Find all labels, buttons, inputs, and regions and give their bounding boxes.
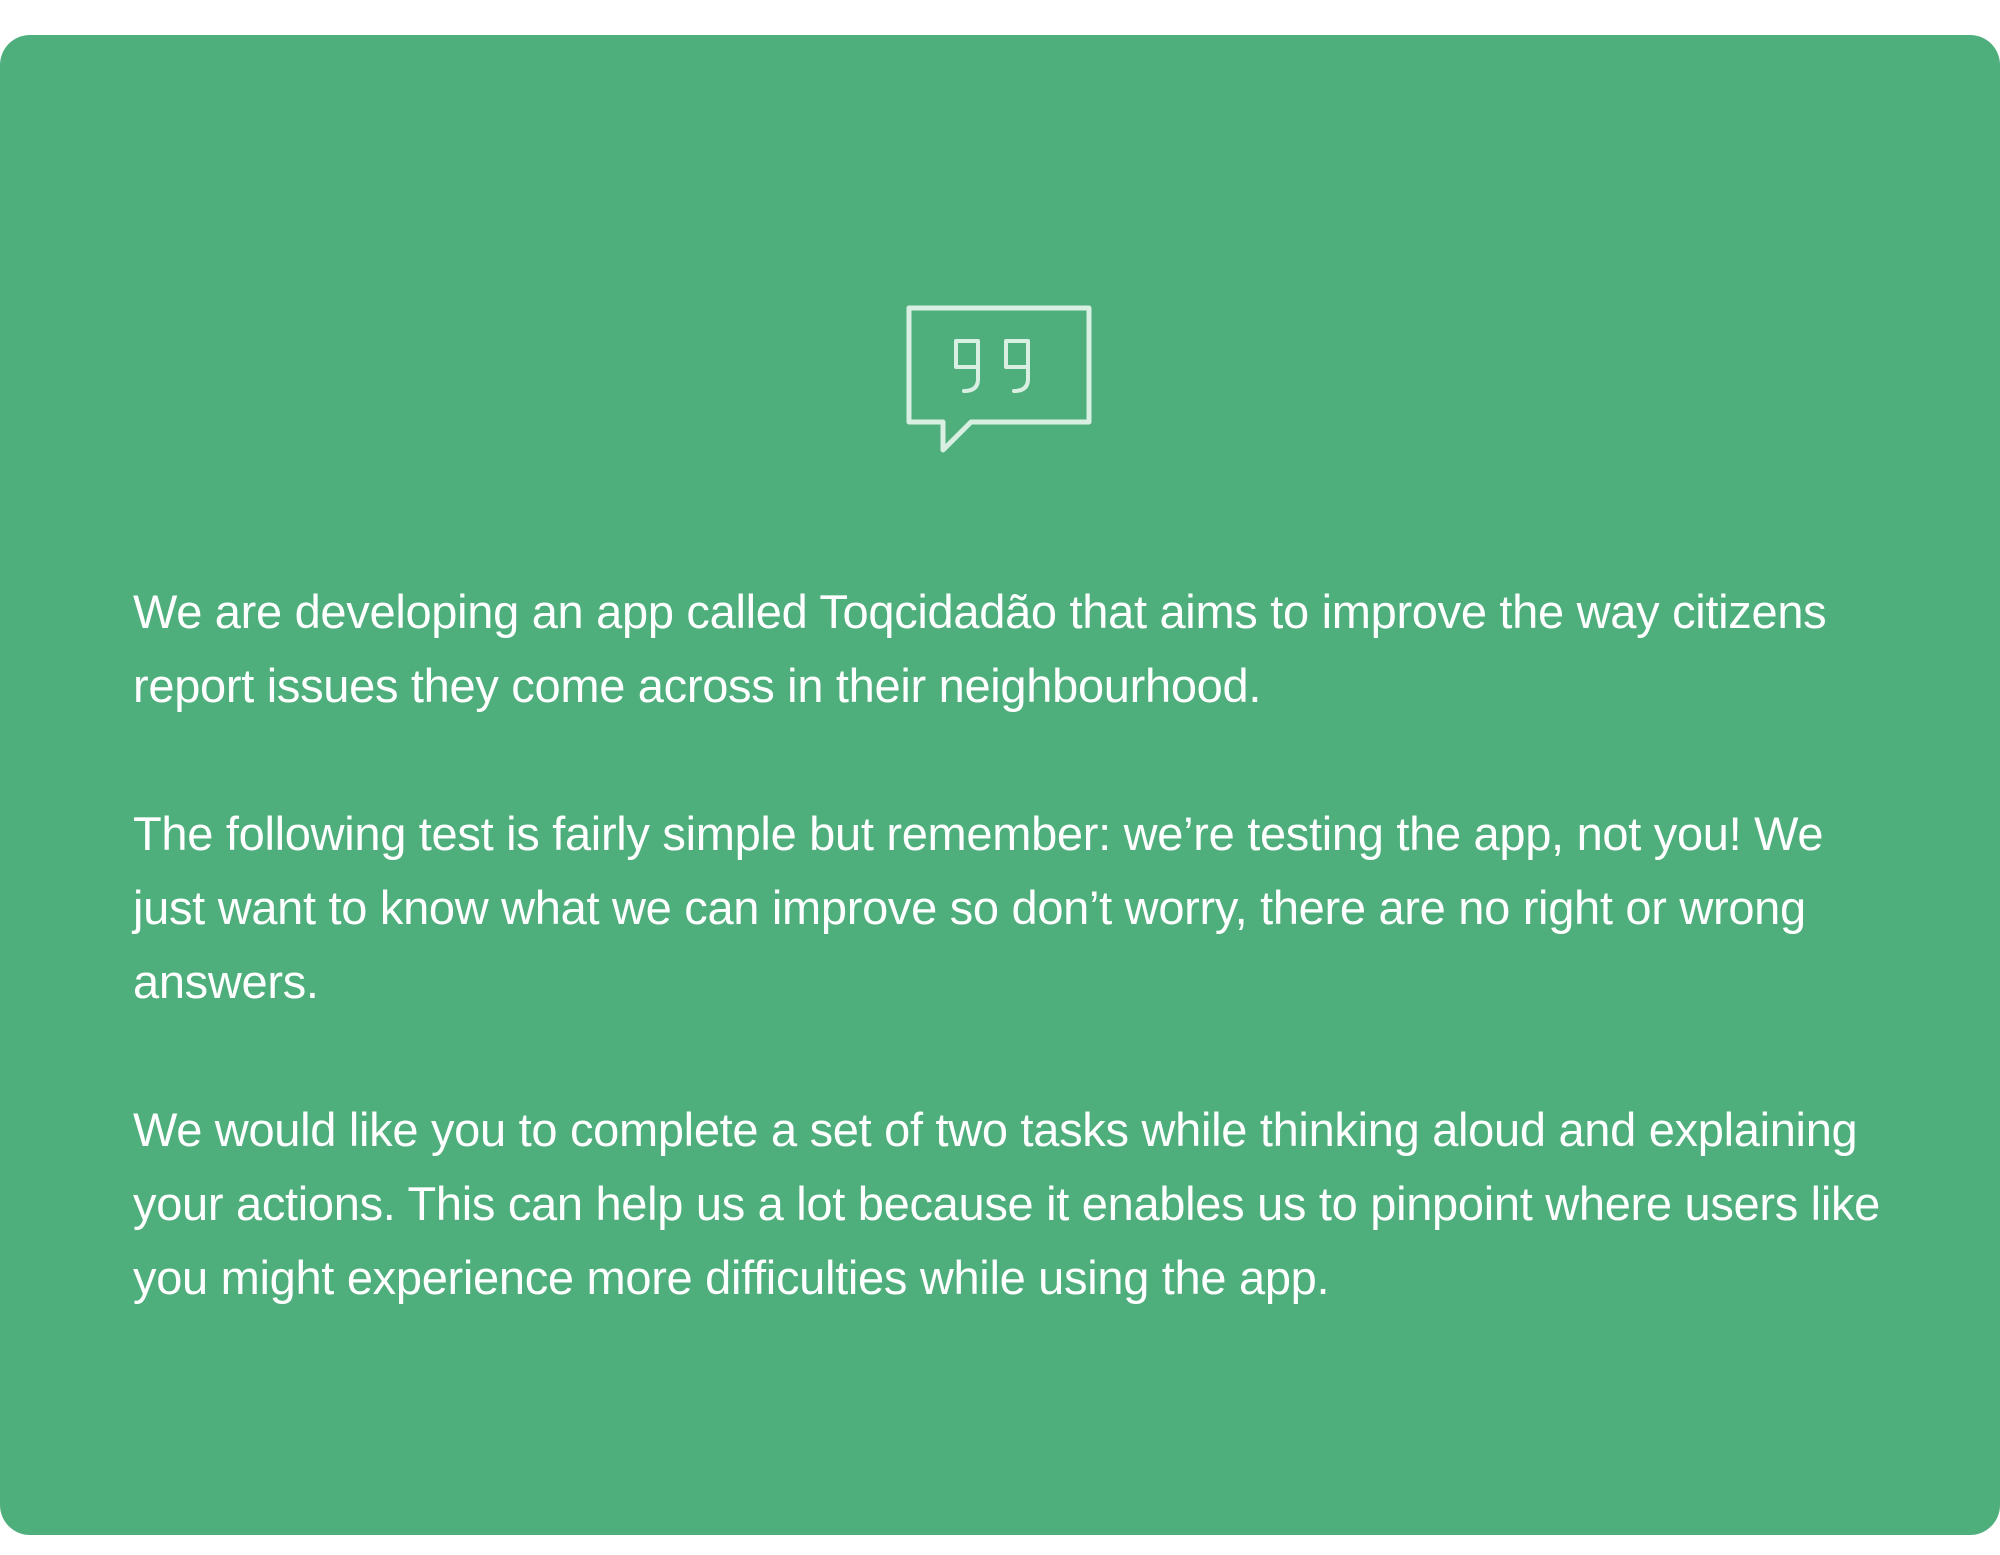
instructions-paragraph: The following test is fairly simple but …	[133, 807, 1824, 1008]
quote-speech-bubble-icon	[906, 305, 1092, 457]
tasks-paragraph: We would like you to complete a set of t…	[133, 1103, 1881, 1304]
intro-card: We are developing an app called Toqcidad…	[0, 35, 2000, 1535]
intro-paragraph: We are developing an app called Toqcidad…	[133, 585, 1827, 712]
intro-text: We are developing an app called Toqcidad…	[133, 575, 1893, 1315]
